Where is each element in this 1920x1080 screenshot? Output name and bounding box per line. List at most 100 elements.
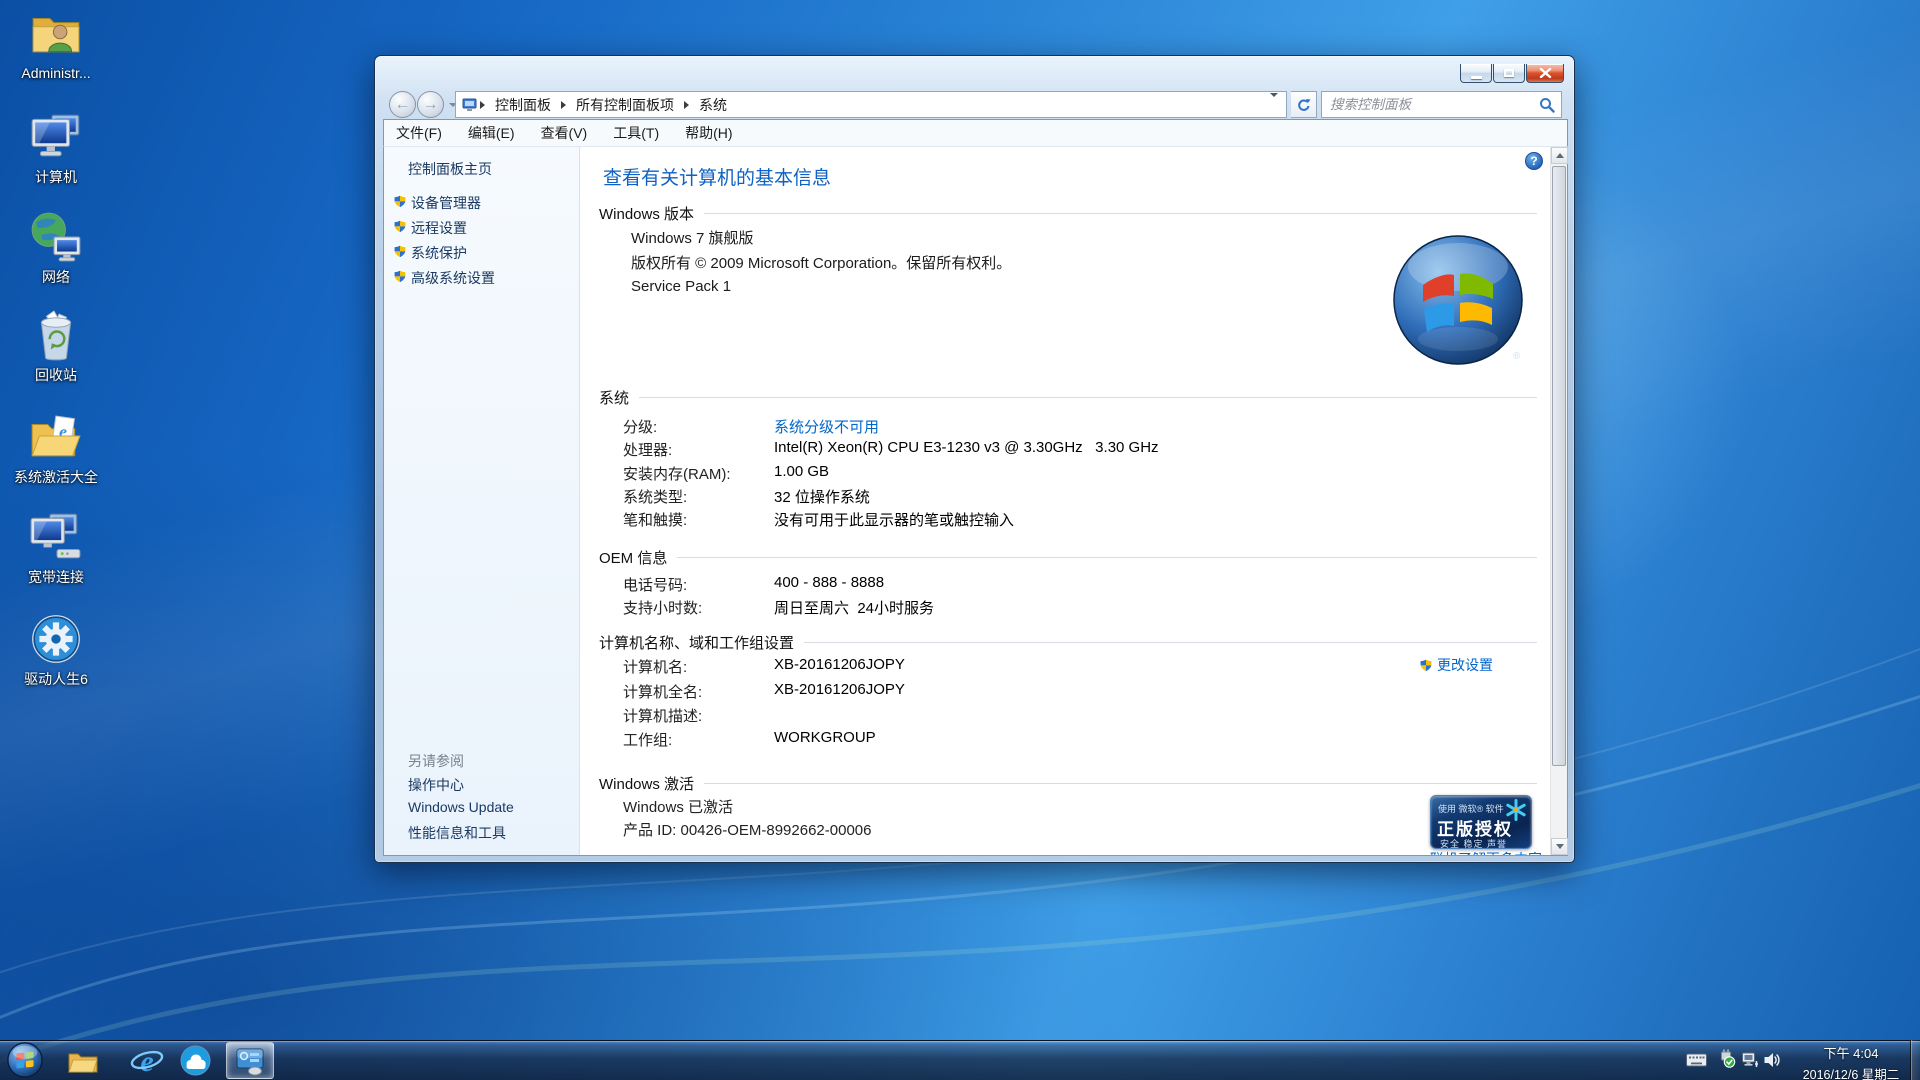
breadcrumb-separator-icon	[684, 101, 689, 109]
rating-unavailable-link[interactable]: 系统分级不可用	[774, 416, 879, 437]
uac-shield-icon	[393, 269, 407, 284]
row-label: 笔和触摸:	[623, 509, 687, 530]
taskbar-qq-browser-button[interactable]	[178, 1045, 212, 1076]
taskbar-clock[interactable]: 下午 4:04 2016/12/6 星期二	[1798, 1043, 1904, 1080]
section-activation: Windows 激活	[599, 773, 1537, 794]
windows-logo-icon: ®	[1391, 233, 1525, 367]
network-status-icon[interactable]	[1742, 1052, 1759, 1073]
clock-time: 下午 4:04	[1798, 1043, 1904, 1062]
genuine-software-badge[interactable]: 使用 微软® 软件 正版授权 安全 稳定 声誉	[1430, 795, 1532, 849]
computer-icon	[29, 110, 83, 164]
maximize-button[interactable]	[1493, 64, 1525, 83]
desktop-icon-label: 系统激活大全	[8, 470, 104, 485]
desktop-icon-recycle-bin[interactable]: 回收站	[8, 308, 104, 383]
input-method-keyboard-icon[interactable]	[1686, 1053, 1707, 1072]
help-button[interactable]: ?	[1525, 152, 1543, 170]
section-header: 计算机名称、域和工作组设置	[599, 632, 794, 653]
learn-more-link[interactable]: 联机了解更多内容	[1430, 849, 1542, 855]
internet-explorer-icon: e	[130, 1045, 164, 1077]
scroll-down-button[interactable]	[1551, 838, 1568, 855]
close-button[interactable]	[1526, 64, 1564, 83]
system-row-ram: 安装内存(RAM): 1.00 GB	[581, 463, 1551, 483]
desktop-icon-activation-folder[interactable]: e 系统激活大全	[8, 410, 104, 485]
scrollbar-thumb[interactable]	[1552, 166, 1566, 766]
section-header: OEM 信息	[599, 547, 667, 568]
vertical-scrollbar[interactable]	[1550, 147, 1567, 855]
row-value: 400 - 888 - 8888	[774, 574, 884, 591]
broadband-connection-icon	[29, 510, 83, 564]
activation-status: Windows 已激活	[623, 796, 733, 817]
section-system: 系统	[599, 387, 1537, 408]
safely-remove-hardware-icon[interactable]	[1718, 1049, 1736, 1073]
menu-help[interactable]: 帮助(H)	[685, 123, 732, 143]
taskbar-ie-button[interactable]: e	[130, 1045, 164, 1076]
uac-shield-icon	[393, 219, 407, 234]
sidebar-item-device-manager[interactable]: 设备管理器	[411, 193, 481, 213]
sidebar-item-windows-update[interactable]: Windows Update	[408, 799, 514, 815]
search-icon[interactable]	[1539, 97, 1555, 113]
refresh-button[interactable]	[1291, 91, 1317, 118]
search-input[interactable]	[1322, 92, 1561, 117]
breadcrumb-separator-icon	[561, 101, 566, 109]
section-computer-name: 计算机名称、域和工作组设置	[599, 632, 1537, 653]
show-desktop-button[interactable]	[1910, 1040, 1920, 1080]
section-windows-version: Windows 版本	[599, 203, 1537, 224]
sidebar-item-performance-tools[interactable]: 性能信息和工具	[408, 823, 506, 843]
menu-file[interactable]: 文件(F)	[396, 123, 442, 143]
menu-tools[interactable]: 工具(T)	[613, 123, 659, 143]
minimize-button[interactable]	[1460, 64, 1492, 83]
breadcrumb-control-panel[interactable]: 控制面板	[487, 92, 559, 117]
row-label: 计算机全名:	[623, 681, 702, 702]
desktop-icon-broadband[interactable]: 宽带连接	[8, 510, 104, 585]
menu-view[interactable]: 查看(V)	[541, 123, 588, 143]
name-row-computer-name: 计算机名: XB-20161206JOPY	[581, 656, 1551, 676]
sidebar-item-remote-settings[interactable]: 远程设置	[411, 218, 467, 238]
menu-edit[interactable]: 编辑(E)	[468, 123, 515, 143]
activation-status-row: Windows 已激活	[581, 796, 1551, 816]
start-orb-icon	[6, 1041, 44, 1079]
section-rule	[804, 642, 1537, 643]
minimize-icon	[1471, 76, 1482, 79]
section-header: Windows 激活	[599, 773, 694, 794]
desktop-icon-label: 计算机	[8, 170, 104, 185]
svg-text:®: ®	[1513, 351, 1521, 362]
badge-line1: 使用 微软® 软件	[1438, 802, 1504, 815]
desktop-icon-admin-folder[interactable]: Administr...	[8, 6, 104, 81]
row-label: 计算机描述:	[623, 705, 702, 726]
desktop-icon-driver-tool[interactable]: 驱动人生6	[8, 612, 104, 687]
arrow-up-icon	[1556, 153, 1564, 158]
system-page-icon	[462, 98, 478, 112]
system-window: ← → 控制面板 所有控制面板项 系统	[374, 55, 1575, 863]
row-value: 没有可用于此显示器的笔或触控输入	[774, 509, 1014, 530]
taskbar	[0, 1040, 1920, 1080]
desktop-icon-label: 驱动人生6	[8, 672, 104, 687]
system-row-pen-touch: 笔和触摸: 没有可用于此显示器的笔或触控输入	[581, 509, 1551, 529]
section-header: Windows 版本	[599, 203, 694, 224]
address-bar[interactable]: 控制面板 所有控制面板项 系统	[455, 91, 1287, 118]
sidebar-item-advanced-settings[interactable]: 高级系统设置	[411, 268, 495, 288]
start-button[interactable]	[5, 1041, 45, 1079]
taskbar-active-system-window[interactable]	[226, 1042, 274, 1079]
control-panel-icon	[235, 1046, 265, 1076]
scroll-up-button[interactable]	[1551, 147, 1568, 164]
breadcrumb-all-items[interactable]: 所有控制面板项	[568, 92, 682, 117]
row-label: 系统类型:	[623, 486, 687, 507]
svg-text:e: e	[140, 1045, 153, 1077]
desktop-icon-computer[interactable]: 计算机	[8, 110, 104, 185]
back-button[interactable]: ←	[389, 91, 416, 118]
breadcrumb-system[interactable]: 系统	[691, 92, 735, 117]
maximize-icon	[1504, 69, 1514, 77]
desktop-icon-label: 回收站	[8, 368, 104, 383]
section-header: 系统	[599, 387, 629, 408]
menu-bar: 文件(F) 编辑(E) 查看(V) 工具(T) 帮助(H)	[383, 119, 1568, 146]
sidebar-item-system-protection[interactable]: 系统保护	[411, 243, 467, 263]
sidebar-item-control-panel-home[interactable]: 控制面板主页	[408, 159, 492, 179]
taskbar-explorer-button[interactable]	[66, 1045, 100, 1076]
title-bar[interactable]	[377, 58, 1572, 89]
desktop-icon-network[interactable]: 网络	[8, 210, 104, 285]
forward-button[interactable]: →	[417, 91, 444, 118]
volume-icon[interactable]	[1764, 1052, 1781, 1073]
address-dropdown-button[interactable]	[1262, 97, 1286, 113]
sidebar-item-action-center[interactable]: 操作中心	[408, 775, 464, 795]
product-id: 产品 ID: 00426-OEM-8992662-00006	[623, 819, 871, 840]
